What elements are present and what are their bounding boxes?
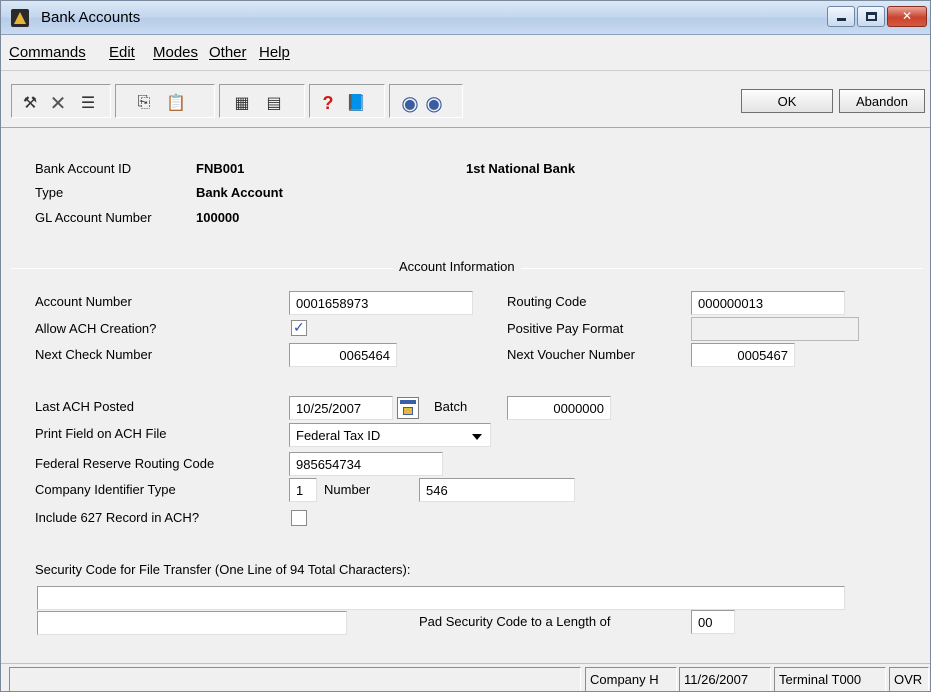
bank-account-id-label: Bank Account ID [35,161,132,176]
batch-field[interactable]: 0000000 [507,396,611,420]
menu-other[interactable]: Other [209,44,247,61]
security-code-line1-field[interactable] [37,586,845,610]
globe-forward-icon[interactable]: ◉ [424,93,444,115]
minimize-button[interactable] [827,6,855,27]
gl-account-value: 100000 [196,210,240,225]
toolbar: ⚒ ✕ ☰ ⎘ 📋 ▦ ▤ ? 📘 ◉ ◉ OK Abandon [1,72,930,128]
type-value: Bank Account [196,185,283,200]
positive-pay-field[interactable] [691,317,859,341]
company-id-type-field[interactable]: 1 [289,478,317,502]
routing-code-label: Routing Code [507,294,587,309]
tools-icon[interactable]: ⚒ [20,94,40,112]
paste-icon[interactable]: 📋 [166,94,186,112]
routing-code-field[interactable]: 000000013 [691,291,845,315]
last-ach-label: Last ACH Posted [35,399,134,414]
menu-edit[interactable]: Edit [109,44,135,61]
next-check-field[interactable]: 0065464 [289,343,397,367]
help-icon[interactable]: ? [318,93,338,113]
security-code-line2-field[interactable] [37,611,347,635]
next-check-label: Next Check Number [35,347,153,362]
calculator-icon[interactable]: ▦ [232,94,252,112]
delete-icon[interactable]: ✕ [48,93,68,115]
bank-name-value: 1st National Bank [466,161,576,176]
bank-account-id-value: FNB001 [196,161,245,176]
menu-commands[interactable]: Commands [9,44,86,61]
account-number-field[interactable]: 0001658973 [289,291,473,315]
status-company: Company H [585,667,677,691]
security-code-label: Security Code for File Transfer (One Lin… [35,562,411,577]
number-label: Number [324,482,371,497]
calendar-icon[interactable]: ▤ [264,94,284,112]
allow-ach-checkbox[interactable] [291,319,307,336]
allow-ach-label: Allow ACH Creation? [35,321,157,336]
next-voucher-field[interactable]: 0005467 [691,343,795,367]
include-627-label: Include 627 Record in ACH? [35,510,200,525]
print-field-value: Federal Tax ID [296,428,381,443]
list-icon[interactable]: ☰ [78,94,98,112]
bank-accounts-window: Bank Accounts ✕ Commands Edit Modes Othe… [0,0,931,692]
close-icon: ✕ [901,9,913,23]
chevron-down-icon [472,434,482,440]
status-message [9,667,581,691]
app-icon [11,9,29,27]
include-627-checkbox[interactable] [291,510,307,526]
title-bar: Bank Accounts ✕ [1,1,930,35]
window-title: Bank Accounts [41,9,141,26]
company-id-type-label: Company Identifier Type [35,482,176,497]
toolbar-group-edit: ⚒ ✕ ☰ [11,84,111,118]
abandon-button[interactable]: Abandon [839,89,925,113]
positive-pay-label: Positive Pay Format [507,321,624,336]
toolbar-group-tools: ▦ ▤ [219,84,305,118]
ok-button[interactable]: OK [741,89,833,113]
status-bar: Company H 11/26/2007 Terminal T000 OVR [1,663,930,691]
copy-icon[interactable]: ⎘ [134,94,154,112]
print-field-label: Print Field on ACH File [35,426,167,441]
maximize-button[interactable] [857,6,885,27]
calendar-picker-icon[interactable] [397,397,419,419]
menu-help[interactable]: Help [259,44,290,61]
status-mode: OVR [889,667,929,691]
maximize-icon [866,12,877,21]
type-label: Type [35,185,64,200]
minimize-icon [837,18,846,21]
toolbar-group-nav: ◉ ◉ [389,84,463,118]
frb-routing-label: Federal Reserve Routing Code [35,456,215,471]
status-date: 11/26/2007 [679,667,771,691]
frb-routing-field[interactable]: 985654734 [289,452,443,476]
status-terminal: Terminal T000 [774,667,886,691]
header-panel: Bank Account ID FNB001 1st National Bank… [11,131,923,257]
book-icon[interactable]: 📘 [346,94,366,112]
globe-back-icon[interactable]: ◉ [400,93,420,115]
account-number-label: Account Number [35,294,132,309]
pad-length-field[interactable]: 00 [691,610,735,634]
toolbar-group-clipboard: ⎘ 📋 [115,84,215,118]
account-info-title: Account Information [393,259,521,274]
company-number-field[interactable]: 546 [419,478,575,502]
print-field-dropdown[interactable]: Federal Tax ID [289,423,491,447]
last-ach-date-field[interactable]: 10/25/2007 [289,396,393,420]
next-voucher-label: Next Voucher Number [507,347,635,362]
menu-modes[interactable]: Modes [153,44,198,61]
close-button[interactable]: ✕ [887,6,927,27]
batch-label: Batch [434,399,468,414]
gl-account-label: GL Account Number [35,210,152,225]
toolbar-group-help: ? 📘 [309,84,385,118]
menu-bar: Commands Edit Modes Other Help [1,35,930,71]
pad-length-label: Pad Security Code to a Length of [419,614,611,629]
